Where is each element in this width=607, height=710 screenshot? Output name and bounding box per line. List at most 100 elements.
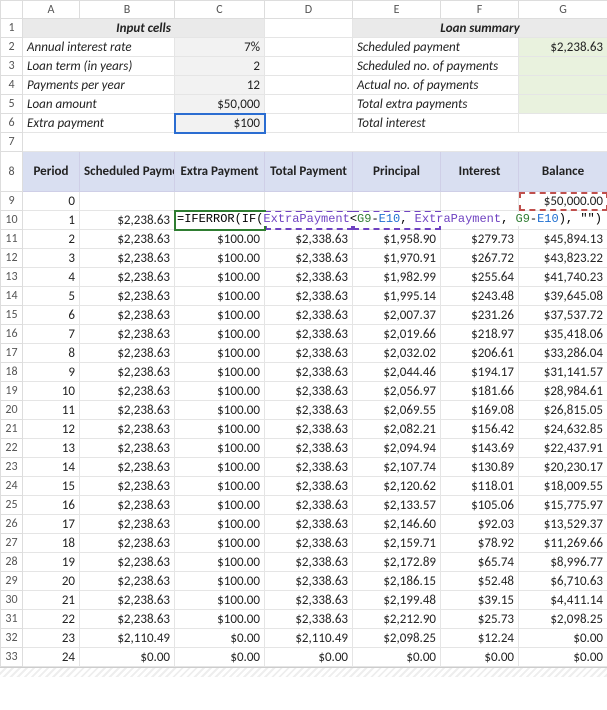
cell-period[interactable]: 8 — [23, 344, 80, 363]
spreadsheet-grid[interactable]: A B C D E F G 1 Input cells Loan summary… — [0, 0, 607, 667]
cell-balance[interactable]: $35,418.06 — [519, 325, 607, 344]
summary-value[interactable]: $2,238.63 — [519, 38, 607, 57]
row-header[interactable]: 2 — [1, 38, 23, 57]
input-value[interactable]: $50,000 — [175, 95, 265, 114]
row-header[interactable]: 24 — [1, 477, 23, 496]
cell-scheduled[interactable]: $2,238.63 — [80, 591, 175, 610]
cell-balance[interactable]: $33,286.04 — [519, 344, 607, 363]
row-header[interactable]: 1 — [1, 19, 23, 38]
cell-balance[interactable]: $37,537.72 — [519, 306, 607, 325]
cell-total[interactable]: $2,338.63 — [265, 477, 353, 496]
cell-total[interactable]: $2,338.63 — [265, 344, 353, 363]
row-header[interactable]: 25 — [1, 496, 23, 515]
cell-balance[interactable]: $8,996.77 — [519, 553, 607, 572]
row-header[interactable]: 20 — [1, 401, 23, 420]
cell-balance[interactable]: $39,645.08 — [519, 287, 607, 306]
cell-balance[interactable]: $28,984.61 — [519, 382, 607, 401]
cell-balance[interactable]: $20,230.17 — [519, 458, 607, 477]
cell-principal[interactable]: $2,159.71 — [353, 534, 441, 553]
cell-scheduled[interactable]: $0.00 — [80, 648, 175, 667]
cell-interest[interactable]: $267.72 — [441, 249, 519, 268]
cell-total[interactable]: $0.00 — [265, 648, 353, 667]
cell-extra[interactable]: $100.00 — [175, 496, 265, 515]
cell-principal[interactable]: $2,186.15 — [353, 572, 441, 591]
cell-balance[interactable]: $41,740.23 — [519, 268, 607, 287]
cell-principal[interactable]: $1,970.91 — [353, 249, 441, 268]
cell-period[interactable]: 11 — [23, 401, 80, 420]
cell-principal[interactable]: $2,199.48 — [353, 591, 441, 610]
cell-scheduled[interactable]: $2,238.63 — [80, 230, 175, 249]
cell-extra[interactable]: $100.00 — [175, 534, 265, 553]
row-header[interactable]: 7 — [1, 133, 23, 152]
cell-total[interactable]: $2,338.63 — [265, 287, 353, 306]
cell-principal[interactable]: $2,120.62 — [353, 477, 441, 496]
cell-scheduled[interactable]: $2,238.63 — [80, 344, 175, 363]
cell-total[interactable]: $2,338.63 — [265, 420, 353, 439]
cell-total[interactable]: $2,338.63 — [265, 401, 353, 420]
row-header[interactable]: 27 — [1, 534, 23, 553]
cell-balance[interactable]: $18,009.55 — [519, 477, 607, 496]
cell-principal[interactable]: $1,958.90 — [353, 230, 441, 249]
cell-formula-editing[interactable]: =IFERROR(IF(ExtraPayment<G9-E10, ExtraPa… — [175, 211, 265, 230]
cell-principal[interactable]: $2,172.89 — [353, 553, 441, 572]
cell-scheduled[interactable]: $2,238.63 — [80, 363, 175, 382]
row-header[interactable]: 13 — [1, 268, 23, 287]
row-header[interactable]: 22 — [1, 439, 23, 458]
cell-period[interactable]: 6 — [23, 306, 80, 325]
cell-extra[interactable]: $100.00 — [175, 363, 265, 382]
cell-interest[interactable]: $206.61 — [441, 344, 519, 363]
row-header[interactable]: 12 — [1, 249, 23, 268]
row-header[interactable]: 29 — [1, 572, 23, 591]
row-header[interactable]: 31 — [1, 610, 23, 629]
cell-interest[interactable]: $105.06 — [441, 496, 519, 515]
cell-balance[interactable]: $43,823.22 — [519, 249, 607, 268]
cell-interest[interactable]: $255.64 — [441, 268, 519, 287]
cell-total[interactable]: $2,338.63 — [265, 515, 353, 534]
cell-balance[interactable]: $45,894.13 — [519, 230, 607, 249]
cell-scheduled[interactable]: $2,238.63 — [80, 610, 175, 629]
cell-scheduled[interactable]: $2,238.63 — [80, 287, 175, 306]
cell-scheduled[interactable]: $2,238.63 — [80, 477, 175, 496]
cell-balance[interactable]: $11,269.66 — [519, 534, 607, 553]
cell-period[interactable]: 23 — [23, 629, 80, 648]
cell-extra[interactable]: $100.00 — [175, 287, 265, 306]
cell[interactable] — [265, 57, 353, 76]
col-header-selected[interactable]: C — [175, 1, 265, 19]
cell[interactable] — [175, 192, 265, 211]
cell-balance[interactable]: $4,411.14 — [519, 591, 607, 610]
row-header[interactable]: 3 — [1, 57, 23, 76]
cell-interest[interactable]: $156.42 — [441, 420, 519, 439]
cell-extra[interactable]: $100.00 — [175, 230, 265, 249]
input-value-selected[interactable]: $100 — [175, 114, 265, 133]
cell-period[interactable]: 10 — [23, 382, 80, 401]
cell-extra[interactable]: $100.00 — [175, 306, 265, 325]
cell-period[interactable]: 9 — [23, 363, 80, 382]
cell-principal[interactable]: $1,982.99 — [353, 268, 441, 287]
cell-total[interactable]: $2,338.63 — [265, 534, 353, 553]
cell-interest[interactable]: $194.17 — [441, 363, 519, 382]
cell-total[interactable]: $2,338.63 — [265, 306, 353, 325]
cell-period[interactable]: 7 — [23, 325, 80, 344]
cell-extra[interactable]: $100.00 — [175, 401, 265, 420]
cell-total[interactable]: $2,338.63 — [265, 610, 353, 629]
cell-period[interactable]: 1 — [23, 211, 80, 230]
cell-total[interactable]: $2,338.63 — [265, 496, 353, 515]
col-header[interactable]: G — [519, 1, 607, 19]
cell-principal[interactable]: $2,082.21 — [353, 420, 441, 439]
row-header[interactable]: 19 — [1, 382, 23, 401]
cell-total[interactable]: $2,338.63 — [265, 268, 353, 287]
cell-extra[interactable]: $100.00 — [175, 382, 265, 401]
col-header[interactable]: D — [265, 1, 353, 19]
cell-extra[interactable]: $0.00 — [175, 648, 265, 667]
summary-value[interactable] — [519, 95, 607, 114]
cell-period[interactable]: 20 — [23, 572, 80, 591]
cell-balance[interactable]: $13,529.37 — [519, 515, 607, 534]
cell-principal[interactable]: $2,212.90 — [353, 610, 441, 629]
cell-total[interactable]: $2,338.63 — [265, 249, 353, 268]
row-header[interactable]: 28 — [1, 553, 23, 572]
cell-principal[interactable]: $2,069.55 — [353, 401, 441, 420]
input-value[interactable]: 2 — [175, 57, 265, 76]
cell-scheduled[interactable]: $2,238.63 — [80, 496, 175, 515]
cell-principal[interactable]: $2,044.46 — [353, 363, 441, 382]
row-header[interactable]: 26 — [1, 515, 23, 534]
